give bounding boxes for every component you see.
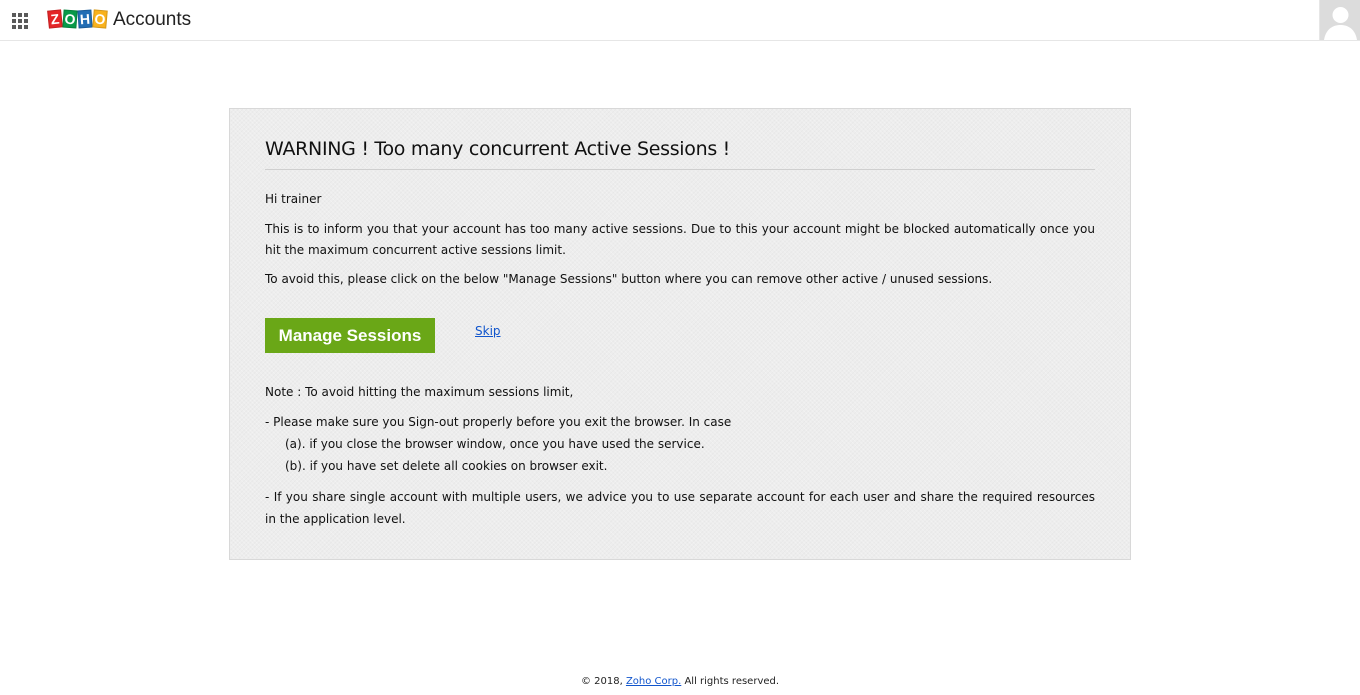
logo-letter: H <box>77 9 93 29</box>
copyright-suffix: All rights reserved. <box>684 676 780 687</box>
warning-card: WARNING ! Too many concurrent Active Ses… <box>229 108 1131 560</box>
instruction-text: To avoid this, please click on the below… <box>265 272 993 286</box>
skip-link[interactable]: Skip <box>475 324 501 338</box>
greeting-text: Hi trainer <box>265 192 322 206</box>
note-case-a: (a). if you close the browser window, on… <box>285 437 705 451</box>
logo-letter: O <box>62 9 78 29</box>
note-case-b: (b). if you have set delete all cookies … <box>285 459 608 473</box>
app-name: Accounts <box>113 9 192 30</box>
info-text: This is to inform you that your account … <box>265 222 1095 257</box>
apps-grid-icon[interactable] <box>12 13 28 29</box>
zoho-corp-link[interactable]: Zoho Corp. <box>626 676 681 687</box>
logo-letter: O <box>92 9 108 29</box>
top-header: Z O H O Accounts <box>0 0 1360 41</box>
title-divider <box>265 169 1095 170</box>
manage-sessions-button[interactable]: Manage Sessions <box>265 318 435 353</box>
copyright-prefix: © 2018, <box>580 676 623 687</box>
warning-title: WARNING ! Too many concurrent Active Ses… <box>265 138 730 160</box>
zoho-logo[interactable]: Z O H O <box>47 9 108 29</box>
note-signout: - Please make sure you Sign-out properly… <box>265 415 732 429</box>
footer: © 2018, Zoho Corp. All rights reserved. <box>0 676 1360 687</box>
logo-letter: Z <box>47 9 63 29</box>
note-heading: Note : To avoid hitting the maximum sess… <box>265 385 574 399</box>
user-avatar-icon[interactable] <box>1319 0 1360 40</box>
note-share: - If you share single account with multi… <box>265 490 1095 526</box>
